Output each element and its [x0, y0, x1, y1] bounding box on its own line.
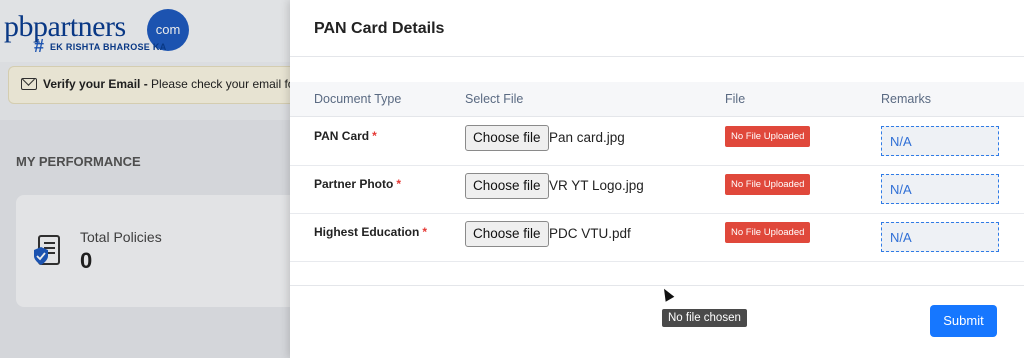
document-type-text: Partner Photo	[314, 177, 394, 191]
footer-divider	[290, 285, 1024, 286]
document-type-label: PAN Card *	[314, 129, 377, 143]
choose-file-button[interactable]: Choose file	[465, 173, 549, 199]
status-badge: No File Uploaded	[725, 174, 811, 195]
remarks-field[interactable]: N/A	[881, 222, 999, 252]
document-type-label: Highest Education *	[314, 225, 427, 239]
table-row: Partner Photo * Choose file VR YT Logo.jp…	[290, 165, 1024, 214]
submit-button[interactable]: Submit	[930, 305, 997, 337]
remarks-field[interactable]: N/A	[881, 174, 999, 204]
document-type-text: Highest Education	[314, 225, 420, 239]
column-header-remarks: Remarks	[881, 92, 932, 106]
table-header: Document Type Select File File Remarks	[290, 82, 1024, 117]
required-marker: *	[396, 177, 402, 191]
column-header-select-file: Select File	[465, 92, 524, 106]
table-row: PAN Card * Choose file Pan card.jpg No Fi…	[290, 117, 1024, 166]
pan-card-details-modal: PAN Card Details Document Type Select Fi…	[290, 0, 1024, 358]
status-badge: No File Uploaded	[725, 126, 811, 147]
status-badge: No File Uploaded	[725, 222, 811, 243]
column-header-document-type: Document Type	[314, 92, 402, 106]
modal-divider	[290, 56, 1024, 57]
document-type-text: PAN Card	[314, 129, 370, 143]
selected-file-name: PDC VTU.pdf	[549, 226, 631, 241]
selected-file-name: Pan card.jpg	[549, 130, 625, 145]
choose-file-button[interactable]: Choose file	[465, 221, 549, 247]
file-tooltip: No file chosen	[662, 309, 747, 327]
required-marker: *	[422, 225, 428, 239]
required-marker: *	[372, 129, 377, 143]
table-row: Highest Education * Choose file PDC VTU.p…	[290, 213, 1024, 262]
document-type-label: Partner Photo *	[314, 177, 401, 191]
remarks-field[interactable]: N/A	[881, 126, 999, 156]
modal-title: PAN Card Details	[314, 20, 445, 37]
choose-file-button[interactable]: Choose file	[465, 125, 549, 151]
column-header-file: File	[725, 92, 746, 106]
selected-file-name: VR YT Logo.jpg	[549, 178, 644, 193]
